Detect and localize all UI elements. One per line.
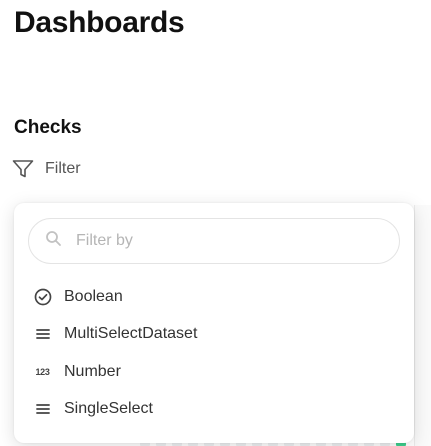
filter-option-multiselectdataset[interactable]: MultiSelectDataset (14, 316, 414, 354)
filter-option-label: SingleSelect (64, 400, 153, 418)
filter-option-boolean[interactable]: Boolean (14, 278, 414, 316)
dashboards-page: Dashboards Checks Filter 2004 (0, 0, 431, 446)
filter-options-list: Boolean MultiSelectDataset 123 Number Si… (14, 278, 414, 428)
filter-button[interactable]: Filter (12, 156, 81, 182)
filter-option-label: Boolean (64, 287, 123, 305)
filter-option-label: MultiSelectDataset (64, 325, 198, 343)
number-123-icon: 123 (35, 366, 50, 377)
background-panel-edge (414, 205, 431, 446)
page-title: Dashboards (14, 6, 185, 39)
filter-label: Filter (45, 160, 81, 177)
filter-option-number[interactable]: 123 Number (14, 353, 414, 391)
filter-icon (12, 159, 34, 179)
section-title-checks: Checks (14, 117, 82, 138)
filter-option-singleselect[interactable]: SingleSelect (14, 391, 414, 429)
filter-dropdown: Boolean MultiSelectDataset 123 Number (14, 203, 414, 443)
search-icon (45, 230, 62, 252)
filter-option-label: Number (64, 362, 121, 380)
filter-search-input[interactable] (74, 231, 358, 251)
check-circle-icon (33, 288, 52, 306)
filter-search-box[interactable] (28, 218, 400, 264)
list-icon (33, 403, 52, 415)
list-icon (33, 328, 52, 340)
